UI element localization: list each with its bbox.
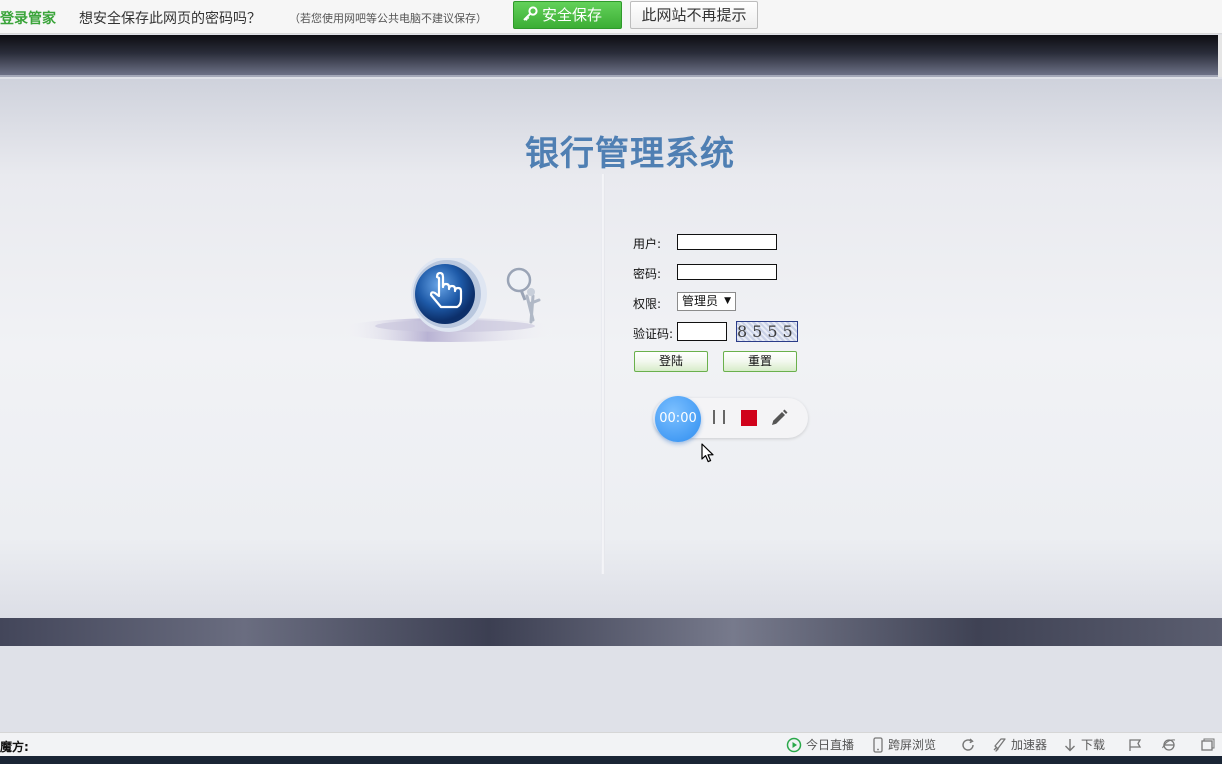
play-circle-icon (786, 737, 806, 753)
role-label: 权限: (633, 297, 662, 311)
window-icon (1199, 738, 1219, 752)
password-label: 密码: (633, 267, 662, 281)
page-lower-area (0, 646, 1222, 732)
status-item-window[interactable] (1199, 736, 1219, 754)
login-button[interactable]: 登陆 (634, 351, 708, 372)
never-remind-button[interactable]: 此网站不再提示 (630, 1, 758, 29)
captcha-input[interactable] (677, 322, 727, 341)
footer-band (0, 618, 1222, 646)
flag-icon (1127, 738, 1147, 752)
role-select[interactable]: 管理员 ▼ (677, 292, 736, 311)
recorder-timer[interactable]: 00:00 (655, 396, 701, 442)
refresh-icon (960, 738, 980, 752)
status-item-label: 加速器 (1011, 738, 1048, 752)
status-item-cross-screen[interactable]: 跨屏浏览 (872, 736, 936, 754)
status-item-download[interactable]: 下载 (1063, 736, 1105, 754)
status-item-label: 今日直播 (806, 738, 855, 752)
pen-icon[interactable] (769, 408, 789, 428)
status-item-refresh[interactable] (960, 736, 980, 754)
save-password-button[interactable]: 安全保存 (513, 1, 622, 29)
browser-status-bar: 魔方: 今日直播 跨屏浏览 加速器 下载 (0, 732, 1222, 756)
status-item-accelerator[interactable]: 加速器 (991, 736, 1047, 754)
download-icon (1063, 738, 1081, 752)
screen-recorder-widget: 00:00 (653, 396, 808, 442)
role-selected-value: 管理员 (682, 294, 719, 308)
reset-button[interactable]: 重置 (723, 351, 797, 372)
captcha-image[interactable]: 8555 (736, 321, 798, 342)
status-item-label: 下载 (1081, 738, 1106, 752)
status-item-flag[interactable] (1127, 736, 1147, 754)
header-band (0, 35, 1222, 77)
header-edge (1218, 35, 1222, 77)
rocket-icon (991, 738, 1011, 752)
user-label: 用户: (633, 237, 662, 251)
mouse-cursor-icon (701, 443, 715, 463)
password-manager-brand: 登录管家 (0, 11, 56, 27)
username-input[interactable] (677, 234, 777, 250)
vertical-divider (601, 174, 605, 574)
password-input[interactable] (677, 264, 777, 280)
dropdown-arrow-icon: ▼ (724, 296, 731, 306)
save-password-label: 安全保存 (542, 6, 603, 24)
public-computer-hint: （若您使用网吧等公共电脑不建议保存） (289, 12, 487, 25)
ie-icon (1161, 738, 1181, 752)
login-illustration (335, 256, 575, 358)
taskbar-strip (0, 756, 1222, 764)
status-item-label: 跨屏浏览 (888, 738, 937, 752)
stop-icon[interactable] (741, 410, 757, 426)
pause-icon[interactable] (711, 408, 727, 426)
status-item-live[interactable]: 今日直播 (786, 736, 854, 754)
phone-icon (872, 737, 888, 753)
key-icon (522, 4, 538, 30)
captcha-label: 验证码: (633, 327, 674, 341)
page-title: 银行管理系统 (525, 134, 735, 174)
status-item-ie[interactable] (1161, 736, 1181, 754)
save-password-prompt: 想安全保存此网页的密码吗？ (79, 11, 261, 27)
password-save-bar: 登录管家 想安全保存此网页的密码吗？ （若您使用网吧等公共电脑不建议保存） 安全… (0, 0, 1222, 34)
status-left-label: 魔方: (0, 740, 29, 754)
